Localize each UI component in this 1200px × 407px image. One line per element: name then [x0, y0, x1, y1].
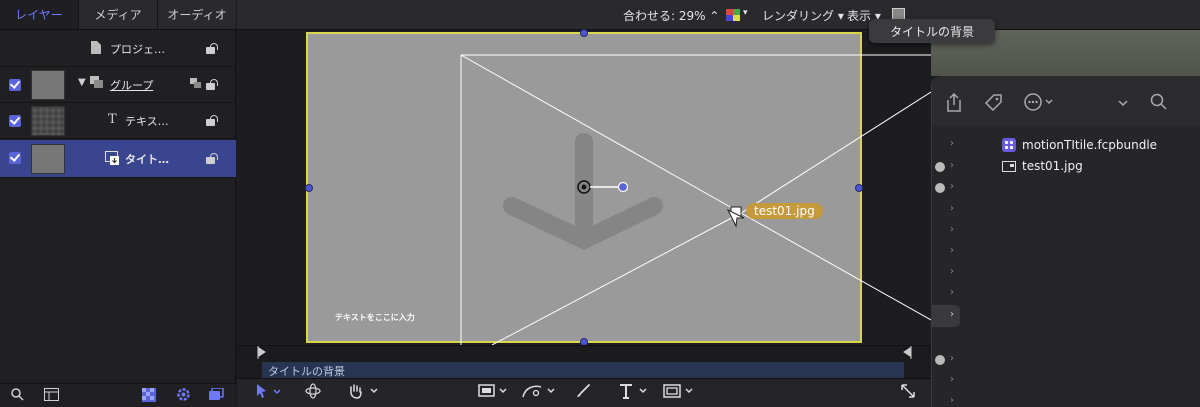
finder-window: › › › › › › › › › › › › motionTItile.fcp… [931, 76, 1200, 407]
share-icon[interactable] [946, 92, 962, 115]
pan-tool-icon[interactable] [347, 383, 381, 403]
canvas-text-placeholder[interactable]: テキストをここに入力 [335, 312, 415, 323]
tag-dot [935, 183, 945, 193]
chevron-right-icon[interactable]: › [950, 203, 954, 214]
image-file-icon [1002, 161, 1016, 175]
tag-icon[interactable] [984, 93, 1003, 115]
mini-timeline[interactable] [237, 345, 931, 361]
layout-icon[interactable] [44, 388, 59, 404]
search-icon[interactable] [11, 388, 24, 404]
text-tool-icon[interactable] [618, 383, 650, 403]
search-icon[interactable] [1150, 93, 1167, 113]
chevron-right-icon[interactable]: › [950, 395, 954, 406]
play-range-start-icon[interactable] [257, 346, 266, 362]
file-item[interactable]: test01.jpg [1022, 159, 1083, 173]
chevron-right-icon[interactable]: › [950, 287, 954, 298]
arrow-graphic [503, 133, 663, 250]
paint-stroke-tool-icon[interactable] [575, 383, 591, 403]
chevron-right-icon[interactable]: › [950, 309, 954, 320]
chevron-right-icon[interactable]: › [950, 245, 954, 256]
tag-dot [935, 162, 945, 172]
file-item[interactable]: motionTItile.fcpbundle [1022, 138, 1157, 152]
gear-icon[interactable] [176, 387, 191, 405]
chevron-right-icon[interactable]: › [950, 353, 954, 364]
chevron-down-icon[interactable] [1118, 96, 1128, 110]
mask-tool-icon[interactable] [663, 383, 695, 403]
layers-stack-icon[interactable] [209, 387, 224, 404]
play-range-end-icon[interactable] [903, 346, 912, 362]
dragged-file-badge: test01.jpg [746, 203, 823, 219]
rotation-handle-icon[interactable] [617, 181, 629, 193]
canvas-overlay [305, 29, 931, 345]
chevron-right-icon[interactable]: › [950, 160, 954, 171]
chevron-right-icon[interactable]: › [950, 181, 954, 192]
expand-icon[interactable] [900, 383, 916, 403]
drag-cursor-icon [726, 206, 745, 228]
chevron-right-icon[interactable]: › [950, 266, 954, 277]
tag-dot [935, 355, 945, 365]
tooltip: タイトルの背景 [869, 19, 995, 43]
more-actions-icon[interactable] [1024, 93, 1056, 115]
timeline-clip[interactable] [262, 362, 904, 378]
checker-icon[interactable] [142, 388, 156, 405]
chevron-right-icon[interactable]: › [950, 138, 954, 149]
chevron-right-icon[interactable]: › [950, 224, 954, 235]
bezier-tool-icon[interactable] [521, 383, 557, 403]
layers-panel-footer [0, 383, 236, 407]
bundle-icon [1002, 138, 1016, 155]
timeline-clip-label: タイトルの背景 [268, 365, 345, 378]
chevron-right-icon[interactable]: › [950, 374, 954, 385]
orbit-tool-icon[interactable] [305, 383, 321, 403]
finder-toolbar [932, 76, 1200, 126]
shape-tool-icon[interactable] [478, 383, 510, 403]
selected-sidebar-row[interactable] [932, 305, 960, 327]
select-tool-icon[interactable] [255, 383, 285, 403]
